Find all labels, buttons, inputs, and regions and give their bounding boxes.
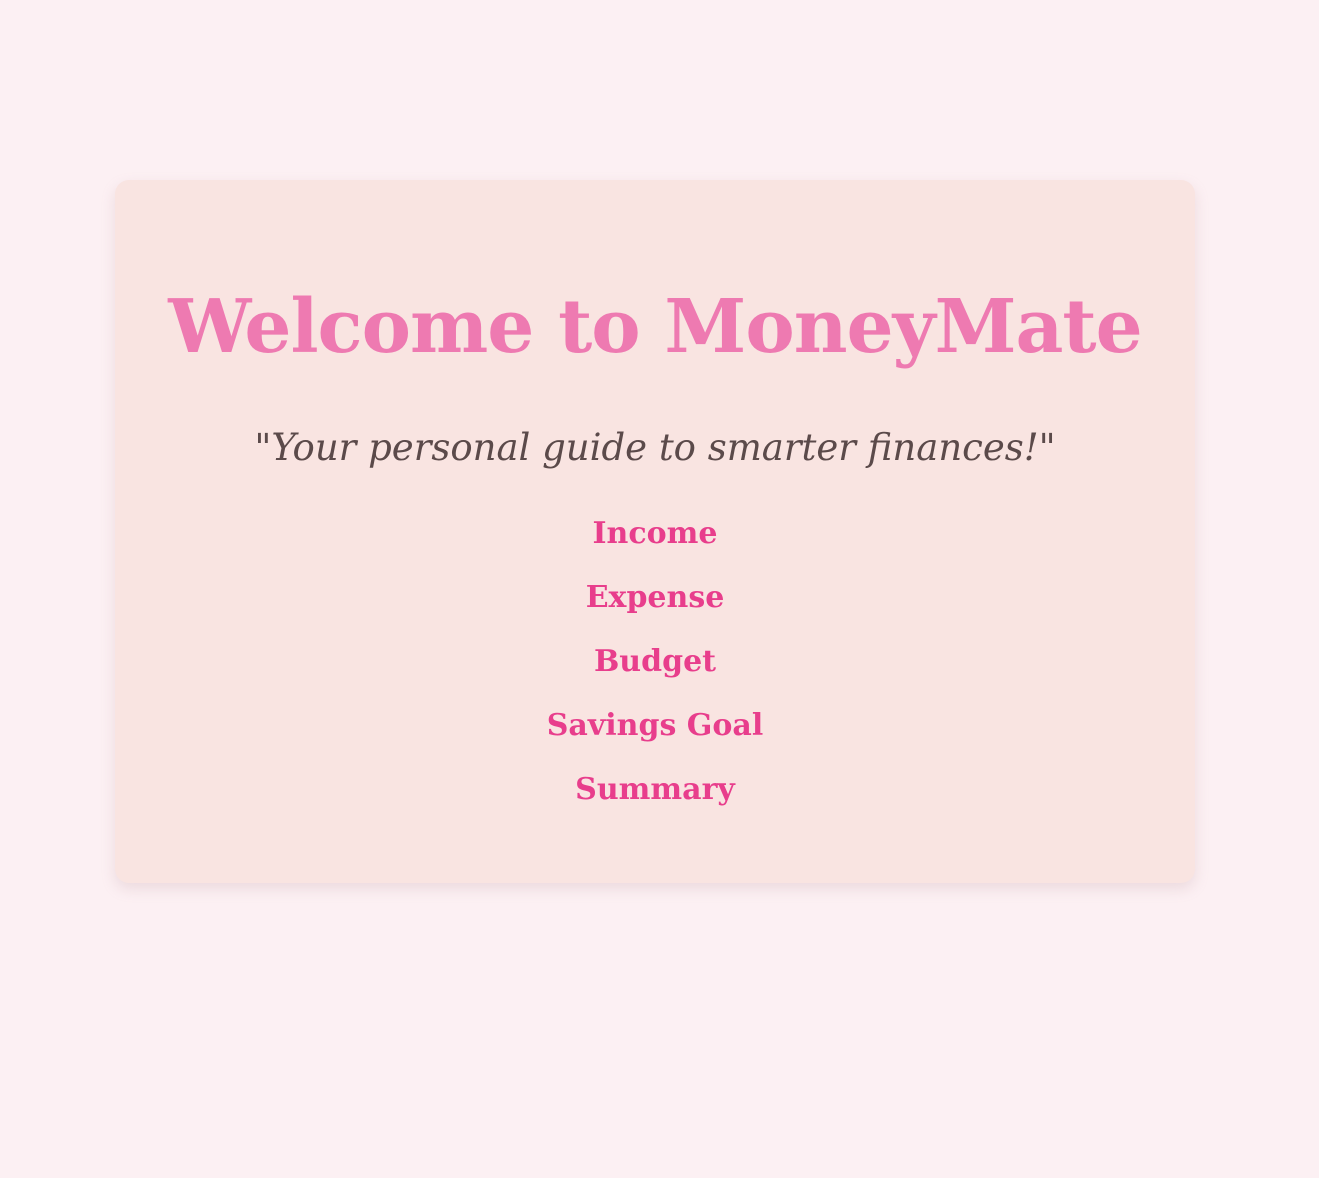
tagline: "Your personal guide to smarter finances… <box>254 426 1056 469</box>
main-nav: Income Expense Budget Savings Goal Summa… <box>115 512 1195 832</box>
nav-link-summary[interactable]: Summary <box>115 768 1195 832</box>
nav-link-budget[interactable]: Budget <box>115 640 1195 704</box>
welcome-card: Welcome to MoneyMate "Your personal guid… <box>115 180 1195 883</box>
nav-link-expense[interactable]: Expense <box>115 576 1195 640</box>
nav-link-savings-goal[interactable]: Savings Goal <box>115 704 1195 768</box>
page-title: Welcome to MoneyMate <box>168 284 1142 370</box>
nav-link-income[interactable]: Income <box>115 512 1195 576</box>
